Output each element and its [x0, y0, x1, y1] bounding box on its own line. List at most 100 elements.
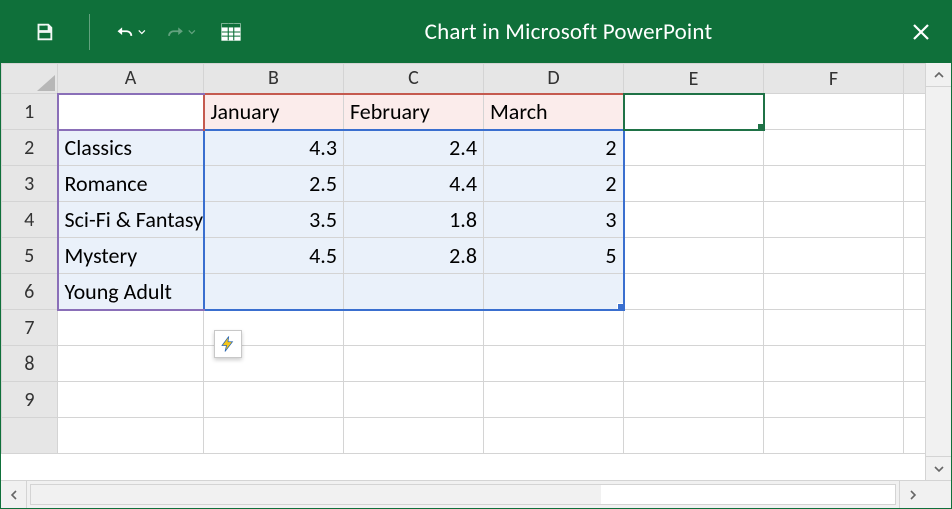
cell-E9[interactable] [624, 382, 764, 418]
cell-B9[interactable] [204, 382, 344, 418]
cell-E7[interactable] [624, 310, 764, 346]
row-header-9[interactable]: 9 [2, 382, 58, 418]
cell-E3[interactable] [624, 166, 764, 202]
row-header-3[interactable]: 3 [2, 166, 58, 202]
cell-B3[interactable]: 2.5 [204, 166, 344, 202]
col-header-C[interactable]: C [344, 64, 484, 94]
col-header-E[interactable]: E [624, 64, 764, 94]
cell-F9[interactable] [764, 382, 904, 418]
horizontal-scroll-track[interactable] [30, 484, 896, 505]
cell-D9[interactable] [484, 382, 624, 418]
row-header-10[interactable] [2, 418, 58, 454]
cell-E5[interactable] [624, 238, 764, 274]
cell-F2[interactable] [764, 130, 904, 166]
cell-B10[interactable] [204, 418, 344, 454]
cell-C6[interactable] [344, 274, 484, 310]
cell-G8[interactable] [904, 346, 926, 382]
cell-C4[interactable]: 1.8 [344, 202, 484, 238]
cell-G2[interactable] [904, 130, 926, 166]
cell-E4[interactable] [624, 202, 764, 238]
cell-G5[interactable] [904, 238, 926, 274]
cell-D6[interactable] [484, 274, 624, 310]
cell-A9[interactable] [58, 382, 204, 418]
row-header-7[interactable]: 7 [2, 310, 58, 346]
col-header-A[interactable]: A [58, 64, 204, 94]
cell-G6[interactable] [904, 274, 926, 310]
select-all-corner[interactable] [2, 64, 58, 94]
redo-button[interactable] [166, 17, 196, 47]
row-header-5[interactable]: 5 [2, 238, 58, 274]
cell-B4[interactable]: 3.5 [204, 202, 344, 238]
data-sheet-button[interactable] [216, 17, 246, 47]
cell-G10[interactable] [904, 418, 926, 454]
cell-A1[interactable] [58, 94, 204, 130]
cell-D1[interactable]: March [484, 94, 624, 130]
cell-D5[interactable]: 5 [484, 238, 624, 274]
row-header-8[interactable]: 8 [2, 346, 58, 382]
cell-F3[interactable] [764, 166, 904, 202]
horizontal-scrollbar[interactable] [1, 480, 951, 508]
cell-A3[interactable]: Romance [58, 166, 204, 202]
cell-G1[interactable] [904, 94, 926, 130]
cell-C3[interactable]: 4.4 [344, 166, 484, 202]
cell-C5[interactable]: 2.8 [344, 238, 484, 274]
cell-C7[interactable] [344, 310, 484, 346]
cell-A2[interactable]: Classics [58, 130, 204, 166]
cell-F6[interactable] [764, 274, 904, 310]
cell-G7[interactable] [904, 310, 926, 346]
cell-B5[interactable]: 4.5 [204, 238, 344, 274]
cell-C2[interactable]: 2.4 [344, 130, 484, 166]
cell-E2[interactable] [624, 130, 764, 166]
cell-E6[interactable] [624, 274, 764, 310]
cell-E1-active[interactable] [624, 94, 764, 130]
cell-D10[interactable] [484, 418, 624, 454]
vertical-scroll-track[interactable] [926, 87, 951, 456]
row-header-1[interactable]: 1 [2, 94, 58, 130]
cell-F7[interactable] [764, 310, 904, 346]
cell-B1[interactable]: January [204, 94, 344, 130]
cell-F1[interactable] [764, 94, 904, 130]
row-header-6[interactable]: 6 [2, 274, 58, 310]
cell-G3[interactable] [904, 166, 926, 202]
cell-A5[interactable]: Mystery [58, 238, 204, 274]
horizontal-scroll-thumb[interactable] [31, 485, 601, 504]
cell-A10[interactable] [58, 418, 204, 454]
scroll-left-button[interactable] [1, 481, 27, 508]
cell-F8[interactable] [764, 346, 904, 382]
quick-analysis-button[interactable] [214, 330, 242, 358]
save-button[interactable] [29, 17, 59, 47]
cell-G4[interactable] [904, 202, 926, 238]
col-header-B[interactable]: B [204, 64, 344, 94]
row-header-4[interactable]: 4 [2, 202, 58, 238]
cell-G9[interactable] [904, 382, 926, 418]
cell-A8[interactable] [58, 346, 204, 382]
scroll-up-button[interactable] [926, 63, 951, 87]
cell-C10[interactable] [344, 418, 484, 454]
vertical-scrollbar[interactable] [925, 63, 951, 480]
row-header-2[interactable]: 2 [2, 130, 58, 166]
cell-F4[interactable] [764, 202, 904, 238]
close-button[interactable] [891, 1, 951, 63]
cell-D8[interactable] [484, 346, 624, 382]
cell-F10[interactable] [764, 418, 904, 454]
col-header-F[interactable]: F [764, 64, 904, 94]
cell-C8[interactable] [344, 346, 484, 382]
scroll-down-button[interactable] [926, 456, 951, 480]
undo-button[interactable] [116, 17, 146, 47]
spreadsheet-grid[interactable]: A B C D E F 1 January February March [1, 63, 925, 454]
cell-D3[interactable]: 2 [484, 166, 624, 202]
cell-E8[interactable] [624, 346, 764, 382]
cell-A7[interactable] [58, 310, 204, 346]
cell-A6[interactable]: Young Adult [58, 274, 204, 310]
scroll-right-button[interactable] [899, 481, 925, 508]
cell-C9[interactable] [344, 382, 484, 418]
cell-E10[interactable] [624, 418, 764, 454]
cell-C1[interactable]: February [344, 94, 484, 130]
cell-D7[interactable] [484, 310, 624, 346]
col-header-D[interactable]: D [484, 64, 624, 94]
cell-B2[interactable]: 4.3 [204, 130, 344, 166]
cell-D2[interactable]: 2 [484, 130, 624, 166]
cell-A4[interactable]: Sci-Fi & Fantasy [58, 202, 204, 238]
cell-F5[interactable] [764, 238, 904, 274]
cell-D4[interactable]: 3 [484, 202, 624, 238]
